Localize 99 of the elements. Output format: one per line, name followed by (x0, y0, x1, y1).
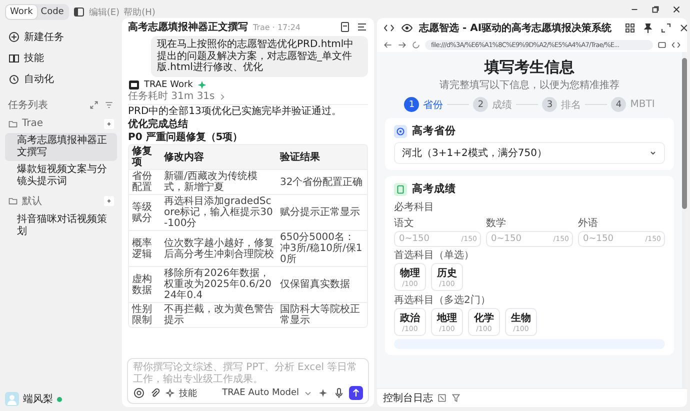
expand-icon[interactable] (660, 22, 672, 34)
code-icon[interactable] (383, 22, 395, 34)
chat-title: 高考志愿填报神器正文撰写 (128, 20, 248, 34)
sparkle-icon[interactable] (317, 387, 329, 399)
filter-icon[interactable] (104, 100, 114, 110)
agent-logo-icon (128, 78, 140, 90)
add-icon[interactable] (104, 196, 114, 206)
table-cell: 位次数字越小越好，修复后高分考生冲刺合理院校 (161, 230, 277, 266)
step-label: MBTI (630, 99, 655, 110)
back-icon[interactable] (383, 40, 393, 50)
send-button[interactable] (349, 386, 363, 400)
table-cell: 国防科大等院校正常显示 (277, 302, 367, 327)
mode-tab[interactable]: Code (36, 5, 68, 19)
section-subheading: P0 严重问题修复（5项） (128, 131, 244, 144)
folder-icon (8, 118, 18, 128)
table-cell: 虚构数据 (129, 266, 161, 302)
table-cell: 650分5000名：冲3所/稳10所/保10所 (277, 230, 367, 266)
folder-icon (8, 196, 18, 206)
table-cell: 移除所有2026年数据，权重改为2025年0.6/2024年0.4 (161, 266, 277, 302)
step-number: 4 (611, 97, 626, 112)
card-title: 高考省份 (412, 124, 456, 138)
book-icon (8, 52, 20, 64)
section-heading: 优化完成总结 (128, 118, 189, 131)
code-icon[interactable] (671, 40, 681, 50)
console-log-label[interactable]: 控制台日志 (383, 391, 433, 405)
page-title: 志愿智选 - AI驱动的高考志愿填报决策系统 (419, 21, 612, 35)
forward-icon[interactable] (397, 40, 407, 50)
close-icon[interactable] (671, 4, 682, 14)
step-label: 成绩 (492, 98, 512, 112)
province-select[interactable]: 河北（3+1+2模式，满分750） (394, 142, 665, 164)
field-group-label: 再选科目（多选2门） (394, 294, 492, 307)
field-label: 语文 (394, 216, 415, 230)
group-name: Trae (22, 118, 44, 129)
card-title: 高考成绩 (412, 182, 456, 196)
plus-circle-icon (8, 31, 20, 43)
field-label: 外语 (578, 217, 599, 230)
clock-icon (8, 73, 20, 85)
step-number: 2 (473, 97, 488, 112)
step-label: 省份 (423, 98, 444, 112)
group-name: 默认 (22, 195, 42, 208)
table-cell: 新疆/西藏改为传统模式，新增宁夏 (161, 170, 277, 194)
nav-item[interactable]: 自动化 (5, 69, 117, 89)
chevron-down-icon[interactable] (649, 149, 657, 157)
task-duration[interactable]: 任务耗时 31m 31s (128, 90, 215, 102)
table-header: 修改内容 (161, 145, 277, 170)
location-icon (394, 124, 407, 138)
paperclip-icon[interactable] (149, 387, 161, 399)
step-label: 排名 (561, 98, 582, 112)
restore-icon[interactable] (650, 4, 661, 14)
close-icon[interactable] (678, 22, 687, 34)
microphone-icon[interactable] (333, 387, 345, 399)
field-group-label: 首选科目（单选） (394, 248, 475, 262)
list-icon[interactable] (356, 21, 368, 33)
task-item[interactable]: 高考志愿填报神器正文撰写 (5, 133, 117, 161)
screenshot-icon[interactable] (657, 40, 667, 50)
table-cell: 概率逻辑 (129, 230, 161, 266)
form-subtitle: 请完整填写以下信息，以便为您精准推荐 (438, 78, 620, 92)
document-icon[interactable] (339, 21, 351, 33)
sparkle-icon (196, 80, 207, 90)
grid-icon[interactable] (624, 22, 636, 34)
task-item[interactable]: 爆款短视频文案与分镜头提示词 (5, 162, 117, 190)
model-selector[interactable]: TRAE Auto Model (222, 388, 299, 398)
document-icon (394, 182, 407, 196)
section-title: 任务列表 (8, 98, 48, 112)
panel-toggle-icon[interactable] (72, 6, 85, 18)
user-name: 端风梨 (23, 392, 53, 406)
table-header: 验证结果 (277, 145, 367, 170)
table-cell: 再选科目添加gradedScore标记，输入框提示30-100分 (161, 194, 277, 230)
user-message: 现在马上按照你的志愿智选优化PRD.html中提出的问题及解决方案，对志愿智选_单文件版.html进行修改、优化 (151, 36, 368, 76)
field-label: 数学 (486, 217, 507, 230)
table-cell: 仅保留真实数据 (277, 266, 367, 302)
pin-icon[interactable] (642, 22, 654, 34)
table-header: 修复项 (129, 145, 161, 170)
form-title: 填写考生信息 (483, 58, 576, 77)
skill-button[interactable]: 技能 (179, 386, 197, 400)
chat-meta: Trae · 17:24 (253, 22, 301, 32)
add-icon[interactable] (104, 118, 114, 128)
at-icon[interactable] (133, 387, 145, 399)
filter-icon[interactable] (451, 393, 461, 403)
agent-name: TRAE Work (144, 80, 193, 90)
sparkle-icon[interactable] (165, 388, 175, 398)
mode-tab[interactable]: Work (6, 5, 37, 19)
summary-text: PRD中的全部13项优化已实施完毕并验证通过。 (128, 106, 342, 117)
table-cell: 性别限制 (129, 302, 161, 327)
nav-item[interactable]: 新建任务 (5, 27, 117, 47)
table-cell: 32个省份配置正确 (277, 170, 367, 194)
eye-icon[interactable] (401, 22, 413, 34)
nav-item[interactable]: 技能 (5, 48, 117, 68)
scrollbar[interactable] (682, 52, 687, 388)
clear-icon[interactable] (437, 393, 447, 403)
table-cell: 不再拦截，改为黄色警告提示 (161, 302, 277, 327)
field-group-label: 必考科目 (394, 200, 435, 214)
step-number: 3 (542, 97, 558, 112)
table-cell: 等级赋分 (129, 194, 161, 230)
step-number: 1 (404, 97, 420, 112)
table-cell: 赋分提示正常显示 (277, 194, 367, 230)
task-item[interactable]: 抖音猫咪对话视频策划 (5, 212, 117, 240)
table-cell: 省份配置 (129, 170, 161, 194)
reload-icon[interactable] (411, 40, 421, 50)
